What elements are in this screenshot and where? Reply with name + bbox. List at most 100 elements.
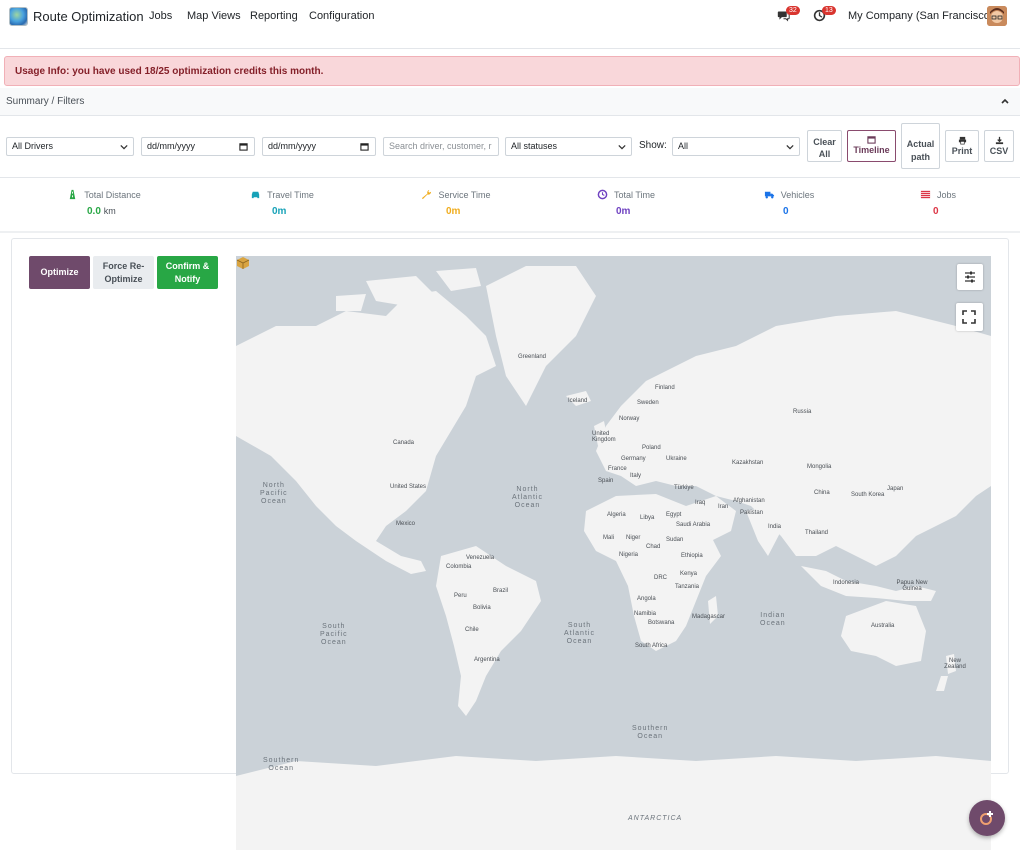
road-icon — [69, 190, 76, 200]
map-label-norway: Norway — [619, 416, 640, 422]
company-switcher[interactable]: My Company (San Francisco) — [848, 10, 994, 22]
map-label-madagascar: Madagascar — [692, 614, 726, 620]
force-reoptimize-button[interactable]: Force Re- Optimize — [93, 256, 154, 289]
menu-jobs[interactable]: Jobs — [149, 10, 172, 22]
force-reoptimize-line1: Force Re- — [102, 261, 145, 271]
map-label-sweden: Sweden — [637, 400, 659, 406]
map-label-indonesia: Indonesia — [833, 580, 860, 586]
calendar-icon[interactable] — [239, 142, 248, 151]
map-label-united-kingdom: United Kingdom — [592, 431, 616, 443]
map-label-poland: Poland — [642, 445, 661, 451]
chevron-up-icon[interactable] — [1000, 96, 1010, 106]
map-label-united-states: United States — [390, 484, 427, 490]
show-select[interactable]: All — [672, 137, 800, 156]
map-label-colombia: Colombia — [446, 564, 472, 570]
date-from-input[interactable]: dd/mm/yyyy — [141, 137, 255, 156]
map-label-india: India — [768, 524, 782, 530]
menu-configuration[interactable]: Configuration — [309, 10, 374, 22]
map-label-drc: DRC — [654, 575, 667, 581]
actual-path-button[interactable]: Actual path — [901, 123, 940, 169]
package-marker-icon[interactable] — [236, 256, 250, 270]
clear-all-line1: Clear — [813, 137, 836, 147]
stat-travel-time-value: 0m — [272, 206, 287, 217]
timeline-button[interactable]: Timeline — [847, 130, 896, 162]
map-label-australia: Australia — [871, 623, 895, 629]
car-icon — [251, 192, 260, 199]
route-map[interactable]: Greenland Iceland Finland Sweden Norway … — [236, 256, 991, 850]
stat-total-time-label: Total Time — [613, 189, 655, 200]
chevron-down-icon — [786, 144, 794, 150]
wrench-icon — [422, 190, 432, 200]
calendar-icon — [867, 136, 876, 144]
activity-button[interactable]: 13 — [813, 6, 836, 23]
optimize-button[interactable]: Optimize — [29, 256, 90, 289]
actual-path-line1: Actual — [906, 139, 935, 149]
map-label-peru: Peru — [454, 593, 467, 599]
user-avatar[interactable] — [987, 6, 1007, 26]
driver-select[interactable]: All Drivers — [6, 137, 134, 156]
map-label-russia: Russia — [793, 409, 812, 415]
clear-all-button[interactable]: Clear All — [807, 130, 842, 162]
map-layers-button[interactable] — [957, 264, 983, 290]
app-logo-icon[interactable] — [9, 7, 28, 26]
clock-icon — [597, 189, 608, 200]
map-label-kenya: Kenya — [680, 571, 698, 577]
csv-button[interactable]: CSV — [984, 130, 1014, 162]
stat-jobs-label: Jobs — [936, 189, 956, 200]
map-label-algeria: Algeria — [607, 512, 626, 518]
confirm-notify-button[interactable]: Confirm & Notify — [157, 256, 218, 289]
stat-travel-time: Travel Time 0m — [247, 187, 317, 217]
map-label-new-zealand: New Zealand — [944, 658, 966, 670]
messages-button[interactable]: 32 — [777, 6, 800, 23]
map-label-finland: Finland — [655, 385, 675, 391]
date-to-input[interactable]: dd/mm/yyyy — [262, 137, 376, 156]
map-label-venezuela: Venezuela — [466, 555, 495, 561]
usage-alert: Usage Info: you have used 18/25 optimiza… — [4, 56, 1020, 86]
date-from-placeholder: dd/mm/yyyy — [147, 141, 196, 151]
map-label-sudan: Sudan — [666, 537, 684, 543]
stat-total-distance-value: 0.0 km — [87, 206, 116, 217]
map-ocean-southern-2: Southern Ocean — [263, 757, 300, 772]
map-label-china: China — [814, 490, 830, 496]
menu-map-views[interactable]: Map Views — [187, 10, 241, 22]
map-ocean-north-pacific: North Pacific Ocean — [260, 482, 288, 505]
assistant-fab-button[interactable] — [969, 800, 1005, 836]
map-label-france: France — [608, 466, 627, 472]
map-label-south-africa: South Africa — [635, 643, 668, 649]
map-ocean-north-atlantic: North Atlantic Ocean — [512, 486, 543, 509]
search-placeholder: Search driver, customer, r — [389, 141, 492, 151]
print-label: Print — [951, 146, 973, 156]
map-label-afghanistan: Afghanistan — [733, 498, 765, 504]
map-label-bolivia: Bolivia — [473, 605, 491, 611]
stat-jobs: Jobs 0 — [917, 187, 959, 217]
show-label: Show: — [639, 140, 667, 151]
map-label-egypt: Egypt — [666, 512, 682, 518]
activity-badge: 13 — [822, 6, 836, 15]
search-input[interactable]: Search driver, customer, r — [383, 137, 499, 156]
stat-service-time-value: 0m — [446, 206, 461, 217]
summary-filters-header[interactable]: Summary / Filters — [0, 88, 1020, 116]
show-select-value: All — [678, 141, 689, 151]
map-label-iceland: Iceland — [568, 398, 588, 404]
app-name[interactable]: Route Optimization — [33, 9, 144, 24]
map-label-greenland: Greenland — [518, 354, 547, 360]
print-button[interactable]: Print — [945, 130, 979, 162]
calendar-icon[interactable] — [360, 142, 369, 151]
download-icon — [995, 136, 1003, 145]
confirm-notify-line2: Notify — [174, 274, 201, 284]
menu-reporting[interactable]: Reporting — [250, 10, 298, 22]
timeline-label: Timeline — [853, 145, 890, 155]
print-icon — [958, 136, 966, 145]
world-land-shapes — [236, 266, 991, 850]
map-label-angola: Angola — [637, 596, 656, 602]
map-label-italy: Italy — [630, 473, 642, 479]
stat-jobs-value: 0 — [933, 206, 939, 217]
map-label-kazakhstan: Kazakhstan — [732, 460, 764, 466]
map-fullscreen-button[interactable] — [956, 303, 983, 331]
map-label-namibia: Namibia — [634, 611, 657, 617]
status-select[interactable]: All statuses — [505, 137, 632, 156]
map-label-japan: Japan — [887, 486, 904, 492]
filters-divider — [0, 177, 1020, 178]
date-to-placeholder: dd/mm/yyyy — [268, 141, 317, 151]
map-label-mongolia: Mongolia — [807, 464, 832, 470]
